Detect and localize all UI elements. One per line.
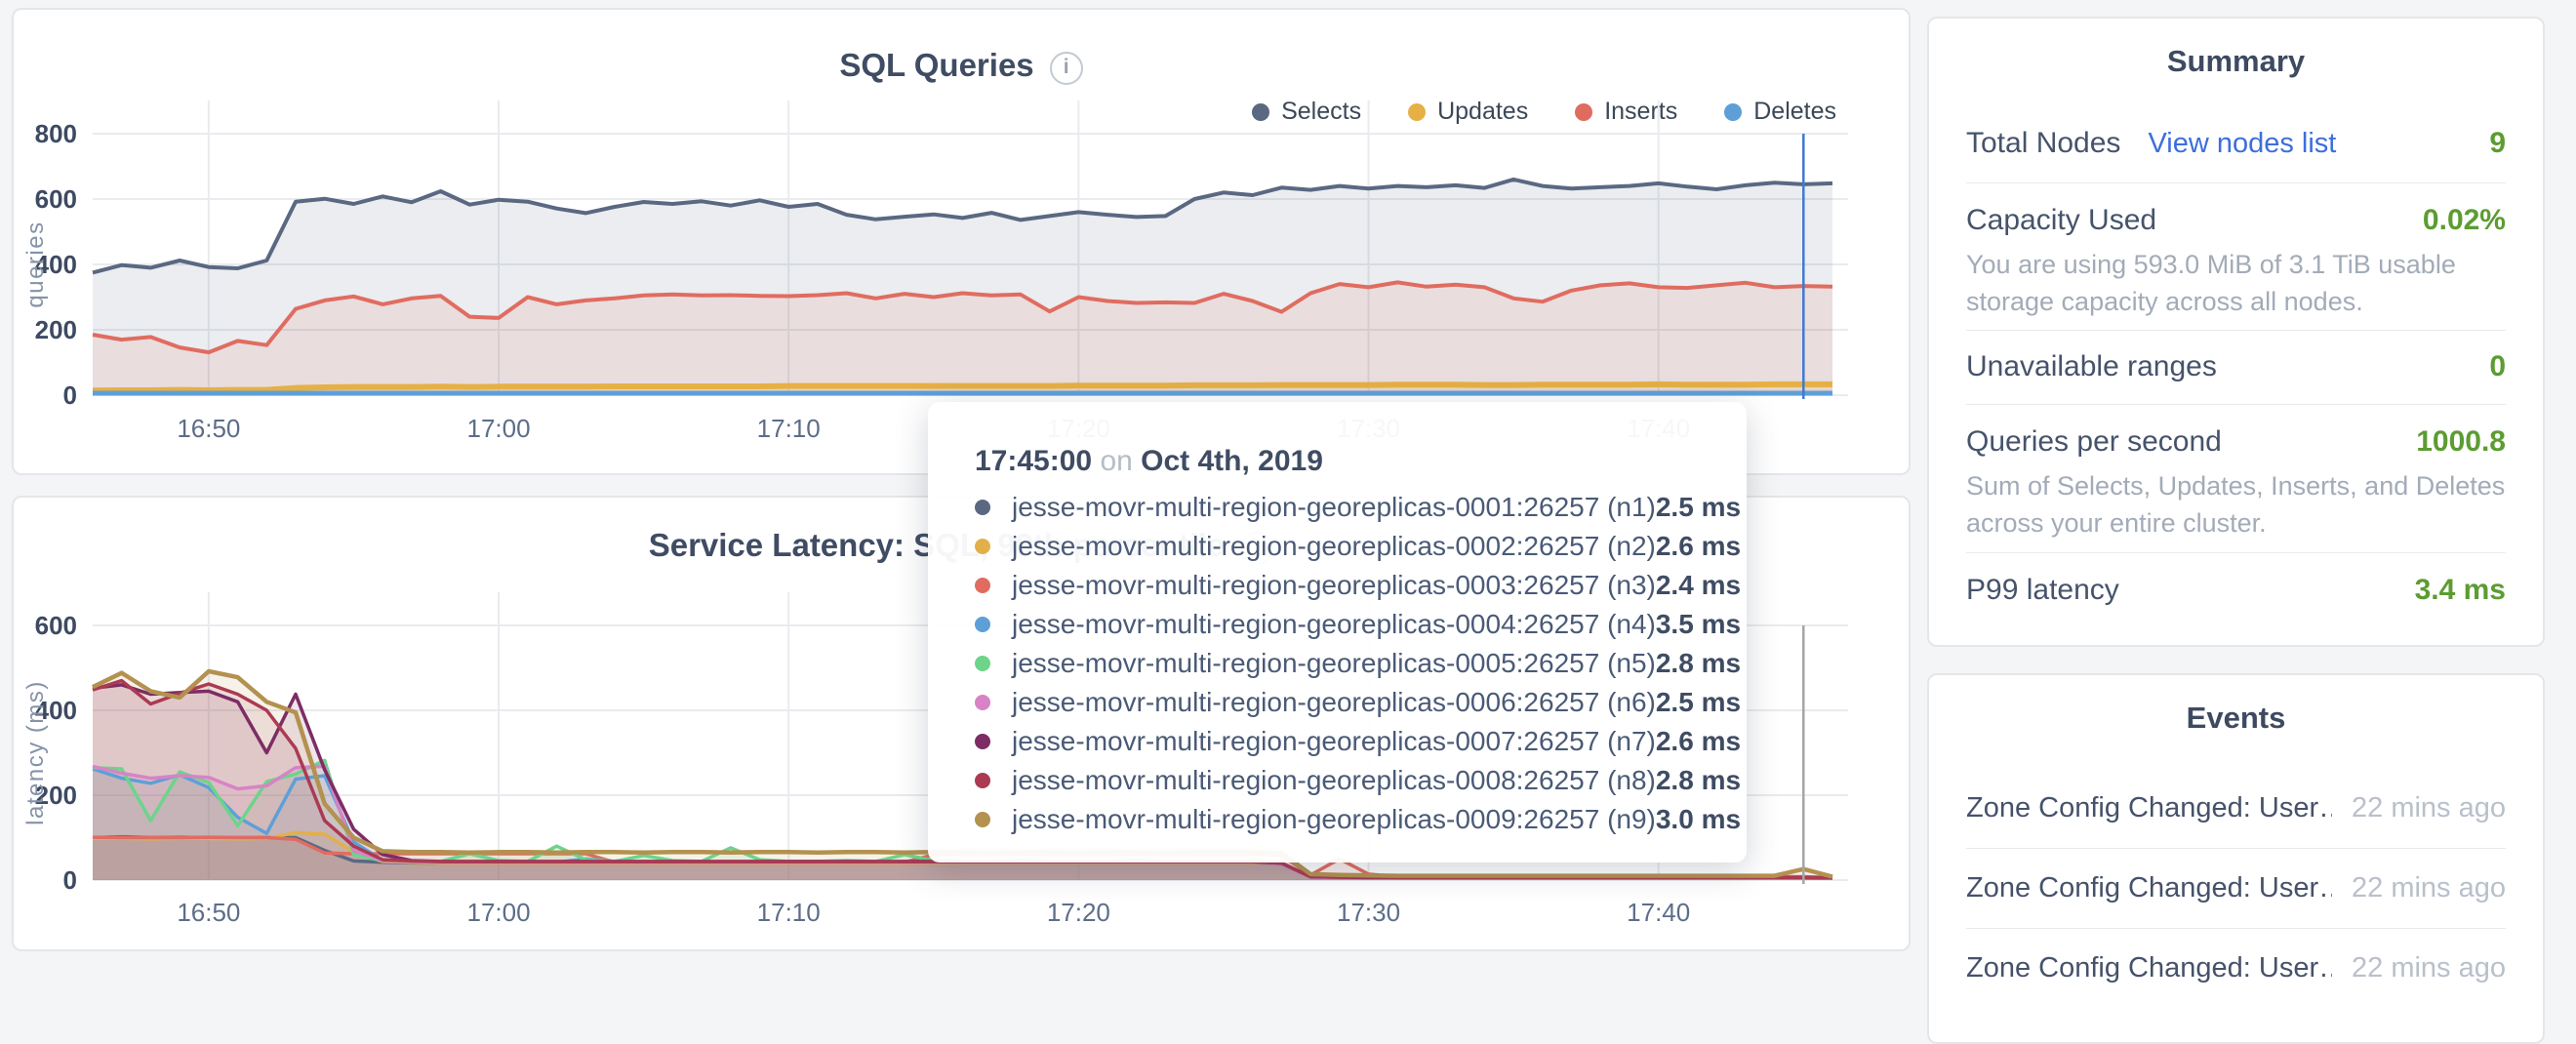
tooltip-node-row: jesse-movr-multi-region-georeplicas-0008… (975, 761, 1704, 800)
svg-text:0: 0 (63, 381, 77, 410)
series-color-dot (975, 656, 990, 671)
events-heading: Events (1966, 701, 2506, 736)
queries-per-second-value: 1000.8 (2416, 425, 2506, 459)
tooltip-node-value: 3.0 ms (1656, 804, 1741, 835)
divider (1966, 552, 2506, 553)
p99-latency-label: P99 latency (1966, 574, 2119, 607)
tooltip-time: 17:45:00 (975, 445, 1092, 477)
tooltip-node-rows: jesse-movr-multi-region-georeplicas-0001… (975, 488, 1704, 839)
chart-hover-tooltip: 17:45:00 on Oct 4th, 2019 jesse-movr-mul… (928, 402, 1747, 863)
series-color-dot (975, 539, 990, 554)
tooltip-node-name: jesse-movr-multi-region-georeplicas-0007… (1012, 726, 1656, 757)
svg-text:latency (ms): latency (ms) (22, 680, 49, 825)
event-timestamp: 22 mins ago (2352, 872, 2506, 904)
svg-text:17:10: 17:10 (757, 898, 821, 927)
svg-text:17:30: 17:30 (1337, 898, 1400, 927)
svg-text:17:00: 17:00 (466, 898, 530, 927)
tooltip-node-value: 2.8 ms (1656, 765, 1741, 796)
svg-text:17:40: 17:40 (1627, 898, 1690, 927)
series-color-dot (975, 734, 990, 749)
event-label: Zone Config Changed: User… (1966, 872, 2332, 904)
unavailable-ranges-row: Unavailable ranges 0 (1966, 347, 2506, 386)
series-color-dot (975, 500, 990, 515)
tooltip-node-name: jesse-movr-multi-region-georeplicas-0006… (1012, 687, 1656, 718)
svg-text:17:20: 17:20 (1047, 898, 1110, 927)
event-label: Zone Config Changed: User… (1966, 952, 2332, 984)
svg-text:17:00: 17:00 (466, 414, 530, 443)
summary-heading: Summary (1966, 44, 2506, 79)
tooltip-node-value: 2.8 ms (1656, 648, 1741, 679)
p99-latency-row: P99 latency 3.4 ms (1966, 571, 2506, 610)
tooltip-node-name: jesse-movr-multi-region-georeplicas-0003… (1012, 570, 1656, 601)
total-nodes-row: Total Nodes View nodes list 9 (1966, 124, 2506, 163)
events-panel: Events Zone Config Changed: User… 22 mins… (1927, 673, 2545, 1044)
tooltip-node-row: jesse-movr-multi-region-georeplicas-0004… (975, 605, 1704, 644)
capacity-used-label: Capacity Used (1966, 204, 2156, 237)
event-timestamp: 22 mins ago (2352, 952, 2506, 984)
tooltip-node-name: jesse-movr-multi-region-georeplicas-0009… (1012, 804, 1656, 835)
tooltip-node-row: jesse-movr-multi-region-georeplicas-0007… (975, 722, 1704, 761)
tooltip-node-row: jesse-movr-multi-region-georeplicas-0001… (975, 488, 1704, 527)
tooltip-node-value: 2.5 ms (1656, 687, 1741, 718)
event-timestamp: 22 mins ago (2352, 792, 2506, 824)
tooltip-node-value: 2.6 ms (1656, 531, 1741, 562)
series-color-dot (975, 695, 990, 710)
unavailable-ranges-value: 0 (2489, 350, 2506, 383)
p99-latency-value: 3.4 ms (2415, 574, 2506, 607)
queries-per-second-row: Queries per second 1000.8 (1966, 422, 2506, 462)
event-label: Zone Config Changed: User… (1966, 792, 2332, 824)
queries-per-second-note: Sum of Selects, Updates, Inserts, and De… (1966, 467, 2506, 542)
tooltip-node-name: jesse-movr-multi-region-georeplicas-0001… (1012, 492, 1656, 523)
event-row[interactable]: Zone Config Changed: User… 22 mins ago (1966, 769, 2506, 849)
tooltip-node-value: 2.4 ms (1656, 570, 1741, 601)
tooltip-node-value: 3.5 ms (1656, 609, 1741, 640)
tooltip-node-row: jesse-movr-multi-region-georeplicas-0009… (975, 800, 1704, 839)
series-color-dot (975, 617, 990, 632)
unavailable-ranges-label: Unavailable ranges (1966, 350, 2217, 383)
tooltip-node-row: jesse-movr-multi-region-georeplicas-0002… (975, 527, 1704, 566)
total-nodes-label: Total Nodes (1966, 127, 2120, 160)
svg-text:0: 0 (63, 865, 77, 895)
events-list: Zone Config Changed: User…22 mins agoZon… (1966, 769, 2506, 1008)
tooltip-node-value: 2.5 ms (1656, 492, 1741, 523)
svg-text:800: 800 (35, 119, 77, 148)
divider (1966, 330, 2506, 331)
view-nodes-list-link[interactable]: View nodes list (2148, 128, 2336, 160)
cluster-overview-page: { "colors": { "accent_green": "#5c9c32",… (0, 0, 2576, 974)
svg-text:200: 200 (35, 315, 77, 344)
svg-text:16:50: 16:50 (177, 414, 240, 443)
divider (1966, 404, 2506, 405)
tooltip-node-name: jesse-movr-multi-region-georeplicas-0002… (1012, 531, 1656, 562)
summary-panel: Summary Total Nodes View nodes list 9 Ca… (1927, 17, 2545, 647)
queries-per-second-label: Queries per second (1966, 425, 2222, 459)
tooltip-node-name: jesse-movr-multi-region-georeplicas-0005… (1012, 648, 1656, 679)
tooltip-node-value: 2.6 ms (1656, 726, 1741, 757)
capacity-used-row: Capacity Used 0.02% (1966, 201, 2506, 240)
tooltip-date: Oct 4th, 2019 (1141, 445, 1323, 477)
event-row[interactable]: Zone Config Changed: User… 22 mins ago (1966, 849, 2506, 929)
tooltip-timestamp: 17:45:00 on Oct 4th, 2019 (975, 445, 1704, 478)
tooltip-node-name: jesse-movr-multi-region-georeplicas-0008… (1012, 765, 1656, 796)
svg-text:16:50: 16:50 (177, 898, 240, 927)
total-nodes-value: 9 (2489, 127, 2506, 160)
series-color-dot (975, 578, 990, 593)
svg-text:queries: queries (22, 221, 49, 307)
divider (1966, 182, 2506, 183)
series-color-dot (975, 812, 990, 827)
tooltip-node-row: jesse-movr-multi-region-georeplicas-0005… (975, 644, 1704, 683)
event-row[interactable]: Zone Config Changed: User… 22 mins ago (1966, 929, 2506, 1008)
tooltip-node-row: jesse-movr-multi-region-georeplicas-0003… (975, 566, 1704, 605)
capacity-used-note: You are using 593.0 MiB of 3.1 TiB usabl… (1966, 246, 2506, 320)
series-color-dot (975, 773, 990, 788)
tooltip-on-word: on (1100, 445, 1132, 477)
tooltip-node-name: jesse-movr-multi-region-georeplicas-0004… (1012, 609, 1656, 640)
tooltip-node-row: jesse-movr-multi-region-georeplicas-0006… (975, 683, 1704, 722)
svg-text:600: 600 (35, 611, 77, 640)
capacity-used-value: 0.02% (2423, 204, 2506, 237)
svg-text:600: 600 (35, 184, 77, 214)
svg-text:17:10: 17:10 (757, 414, 821, 443)
